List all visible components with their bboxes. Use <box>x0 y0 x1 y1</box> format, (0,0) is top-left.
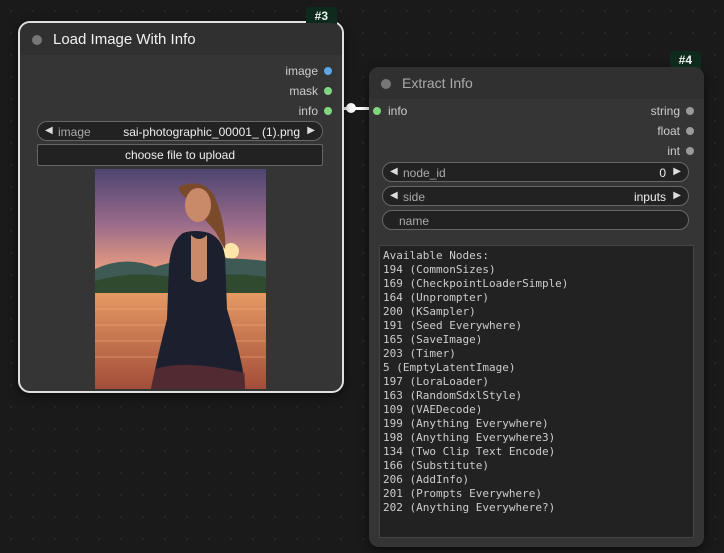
node-header[interactable]: Extract Info <box>369 67 704 99</box>
widget-label: node_id <box>403 166 446 180</box>
arrow-left-icon[interactable]: ◀ <box>45 125 53 136</box>
upload-button[interactable]: choose file to upload <box>37 144 323 166</box>
image-combo[interactable]: ◀ image sai-photographic_00001_ (1).png … <box>37 121 323 141</box>
node-header[interactable]: Load Image With Info <box>20 23 342 55</box>
arrow-right-icon[interactable]: ▶ <box>307 125 315 136</box>
output-slot-mask[interactable]: mask <box>289 84 332 98</box>
slot-label: image <box>285 64 318 78</box>
output-slot-float[interactable]: float <box>657 124 694 138</box>
output-slot-string[interactable]: string <box>651 104 694 118</box>
widget-value: sai-photographic_00001_ (1).png <box>123 125 300 139</box>
output-slot-info[interactable]: info <box>299 104 332 118</box>
slot-label: int <box>667 144 680 158</box>
node-title: Extract Info <box>402 75 473 91</box>
name-field[interactable]: name <box>382 210 689 230</box>
arrow-left-icon[interactable]: ◀ <box>390 190 398 201</box>
output-slot-int[interactable]: int <box>667 144 694 158</box>
output-dot-icon[interactable] <box>686 107 694 115</box>
arrow-right-icon[interactable]: ▶ <box>673 190 681 201</box>
load-image-node[interactable]: #3 Load Image With Info image mask info … <box>18 7 344 393</box>
arrow-right-icon[interactable]: ▶ <box>673 166 681 177</box>
link-center-handle[interactable] <box>346 103 356 113</box>
available-nodes-textarea[interactable]: Available Nodes: 194 (CommonSizes) 169 (… <box>379 245 694 538</box>
node-id-widget[interactable]: ◀ node_id 0 ▶ <box>382 162 689 182</box>
widget-label: name <box>399 214 430 228</box>
output-dot-icon[interactable] <box>686 127 694 135</box>
output-slot-image[interactable]: image <box>285 64 332 78</box>
input-slot-info[interactable]: info <box>373 104 407 118</box>
arrow-left-icon[interactable]: ◀ <box>390 166 398 177</box>
side-combo[interactable]: ◀ side inputs ▶ <box>382 186 689 206</box>
collapse-dot-icon[interactable] <box>381 79 391 89</box>
slot-label: mask <box>289 84 318 98</box>
output-dot-icon[interactable] <box>324 87 332 95</box>
slot-label: info <box>388 104 408 118</box>
output-dot-icon[interactable] <box>686 147 694 155</box>
photo-preview-icon <box>95 169 266 389</box>
collapse-dot-icon[interactable] <box>32 35 42 45</box>
slot-label: info <box>298 104 318 118</box>
output-dot-icon[interactable] <box>324 107 332 115</box>
widget-value: 0 <box>659 166 666 180</box>
slot-label: float <box>657 124 680 138</box>
widget-label: image <box>58 125 91 139</box>
widget-value: inputs <box>633 190 666 204</box>
widget-label: side <box>403 190 426 204</box>
slot-label: string <box>650 104 680 118</box>
output-dot-icon[interactable] <box>324 67 332 75</box>
node-title: Load Image With Info <box>53 31 196 48</box>
extract-info-node[interactable]: #4 Extract Info info string float int ◀ … <box>369 51 704 547</box>
input-dot-icon[interactable] <box>373 107 381 115</box>
image-preview <box>95 169 266 389</box>
